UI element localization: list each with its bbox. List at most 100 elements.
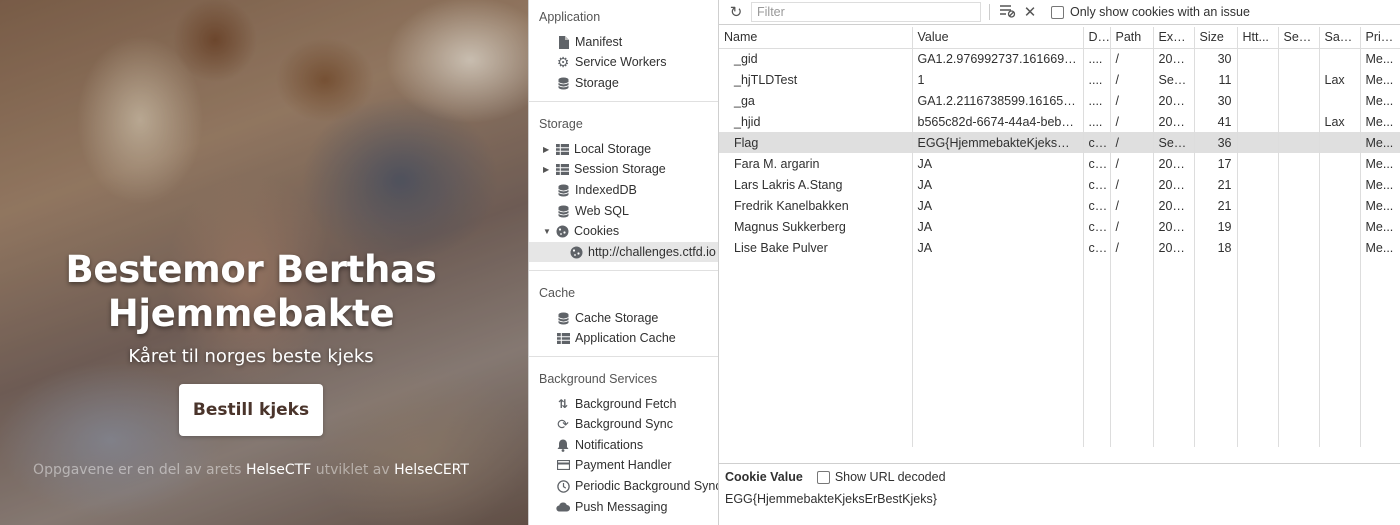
sidebar-item-payment-handler[interactable]: Payment Handler bbox=[556, 455, 672, 475]
cell-expires: Ses... bbox=[1153, 132, 1195, 153]
collapse-arrow-icon[interactable]: ▼ bbox=[543, 227, 553, 236]
sidebar-item-cookie-domain[interactable]: http://challenges.ctfd.io bbox=[529, 242, 718, 262]
cell-path: / bbox=[1110, 132, 1154, 153]
cell-httponly bbox=[1237, 195, 1279, 216]
expand-arrow-icon[interactable]: ▶ bbox=[543, 165, 553, 174]
empty-cell bbox=[1278, 300, 1320, 321]
clear-filtered-icon[interactable] bbox=[997, 4, 1019, 21]
cell-expires: 202... bbox=[1153, 48, 1195, 69]
expand-arrow-icon[interactable]: ▶ bbox=[543, 145, 553, 154]
cell-size: 30 bbox=[1194, 90, 1238, 111]
cell-expires: 202... bbox=[1153, 90, 1195, 111]
table-row[interactable]: Flag EGG{HjemmebakteKjeksErB... c... / Ses..… bbox=[719, 132, 1400, 153]
cell-samesite: Lax bbox=[1319, 69, 1361, 90]
refresh-icon[interactable]: ↻ bbox=[723, 3, 749, 21]
table-row[interactable]: _ga GA1.2.2116738599.1616579......./202..… bbox=[719, 90, 1400, 111]
cloud-icon bbox=[556, 500, 570, 514]
column-header-path[interactable]: Path bbox=[1110, 27, 1154, 49]
cell-samesite bbox=[1319, 48, 1361, 69]
bell-icon bbox=[556, 438, 570, 452]
sidebar-item-local-storage[interactable]: ▶ Local Storage bbox=[543, 139, 651, 159]
table-row[interactable]: Fredrik Kanelbakken JA c.../202... 21 Me... bbox=[719, 195, 1400, 216]
sidebar-item-indexeddb[interactable]: IndexedDB bbox=[556, 180, 637, 200]
table-row[interactable]: Lise Bake Pulver JA c.../202... 18 Me... bbox=[719, 237, 1400, 258]
footer-org-link[interactable]: HelseCERT bbox=[394, 462, 469, 478]
column-header-samesite[interactable]: Sam... bbox=[1319, 27, 1361, 49]
cell-priority: Me... bbox=[1360, 195, 1400, 216]
clear-all-icon[interactable]: ✕ bbox=[1019, 3, 1041, 21]
cell-httponly bbox=[1237, 90, 1279, 111]
cell-path: / bbox=[1110, 174, 1154, 195]
cookie-value-pane: Cookie Value Show URL decoded EGG{Hjemme… bbox=[719, 463, 1400, 525]
cell-value: b565c82d-6674-44a4-beb1... bbox=[912, 111, 1084, 132]
column-header-name[interactable]: Name bbox=[719, 27, 913, 49]
column-header-secure[interactable]: Sec... bbox=[1278, 27, 1320, 49]
grid-icon bbox=[555, 142, 569, 156]
cell-expires: 202... bbox=[1153, 237, 1195, 258]
cell-expires: 202... bbox=[1153, 153, 1195, 174]
section-divider bbox=[529, 270, 718, 271]
table-row[interactable]: _gid GA1.2.976992737.16166906......./202.… bbox=[719, 48, 1400, 69]
sidebar-item-cookies[interactable]: ▼ Cookies bbox=[543, 221, 619, 241]
sidebar-item-periodic-background-sync[interactable]: Periodic Background Sync bbox=[556, 476, 718, 496]
sidebar-item-manifest[interactable]: Manifest bbox=[556, 32, 622, 52]
column-header-expires[interactable]: Expi... bbox=[1153, 27, 1195, 49]
sidebar-item-cache-storage[interactable]: Cache Storage bbox=[556, 308, 658, 328]
column-header-httponly[interactable]: Htt... bbox=[1237, 27, 1279, 49]
empty-cell bbox=[1083, 342, 1111, 363]
cookie-value-text[interactable]: EGG{HjemmebakteKjeksErBestKjeks} bbox=[725, 492, 937, 506]
empty-cell bbox=[1194, 363, 1238, 384]
cell-samesite bbox=[1319, 216, 1361, 237]
cell-priority: Me... bbox=[1360, 69, 1400, 90]
cell-size: 19 bbox=[1194, 216, 1238, 237]
filter-input[interactable]: Filter bbox=[751, 2, 981, 22]
sidebar-item-push-messaging[interactable]: Push Messaging bbox=[556, 497, 667, 517]
cookie-icon bbox=[569, 245, 583, 259]
sidebar-item-label: Storage bbox=[575, 76, 619, 90]
devtools-sidebar: Application Manifest ⚙ Service Workers S… bbox=[528, 0, 719, 525]
section-title-cache: Cache bbox=[539, 286, 576, 300]
table-row[interactable]: Lars Lakris A.Stang JA c.../202... 21 Me... bbox=[719, 174, 1400, 195]
table-row[interactable]: Magnus Sukkerberg JA c.../202... 19 Me... bbox=[719, 216, 1400, 237]
empty-cell bbox=[719, 384, 913, 405]
show-url-decoded-checkbox[interactable] bbox=[816, 470, 830, 484]
empty-cell bbox=[1278, 363, 1320, 384]
sidebar-item-background-fetch[interactable]: ⇅ Background Fetch bbox=[556, 394, 676, 414]
footer-event-link[interactable]: HelseCTF bbox=[246, 462, 311, 478]
column-header-size[interactable]: Size bbox=[1194, 27, 1238, 49]
cell-size: 36 bbox=[1194, 132, 1238, 153]
column-header-priority[interactable]: Prio... bbox=[1360, 27, 1400, 49]
cell-path: / bbox=[1110, 237, 1154, 258]
only-issue-checkbox[interactable] bbox=[1051, 5, 1064, 19]
empty-cell bbox=[719, 258, 913, 279]
table-row[interactable]: _hjid b565c82d-6674-44a4-beb1......./202.… bbox=[719, 111, 1400, 132]
empty-cell bbox=[1083, 405, 1111, 426]
column-header-value[interactable]: Value bbox=[912, 27, 1084, 49]
cell-size: 41 bbox=[1194, 111, 1238, 132]
column-header-domain[interactable]: D... bbox=[1083, 27, 1111, 49]
section-divider bbox=[529, 101, 718, 102]
empty-cell bbox=[912, 426, 1084, 447]
cell-path: / bbox=[1110, 153, 1154, 174]
sidebar-item-service-workers[interactable]: ⚙ Service Workers bbox=[556, 52, 667, 72]
sidebar-item-notifications[interactable]: Notifications bbox=[556, 435, 643, 455]
cell-path: / bbox=[1110, 216, 1154, 237]
cookie-icon bbox=[555, 224, 569, 238]
empty-cell bbox=[1083, 300, 1111, 321]
empty-cell bbox=[1153, 342, 1195, 363]
sidebar-item-session-storage[interactable]: ▶ Session Storage bbox=[543, 159, 666, 179]
sidebar-item-background-sync[interactable]: ⟳ Background Sync bbox=[556, 414, 673, 434]
hero-title: Bestemor Berthas Hjemmebakte bbox=[65, 248, 437, 335]
database-icon bbox=[556, 204, 570, 218]
sidebar-item-application-cache[interactable]: Application Cache bbox=[556, 328, 676, 348]
sidebar-item-label: Manifest bbox=[575, 35, 623, 49]
cell-domain: c... bbox=[1083, 132, 1111, 153]
order-cookies-button[interactable]: Bestill kjeks bbox=[179, 384, 323, 436]
sidebar-item-storage[interactable]: Storage bbox=[556, 73, 619, 93]
table-row[interactable]: Fara M. argarin JA c.../202... 17 Me... bbox=[719, 153, 1400, 174]
table-row[interactable]: _hjTLDTest 1.... / Ses... 11 Lax Me... bbox=[719, 69, 1400, 90]
sidebar-item-web-sql[interactable]: Web SQL bbox=[556, 201, 629, 221]
empty-cell bbox=[912, 300, 1084, 321]
cell-size: 11 bbox=[1194, 69, 1238, 90]
cell-name: Lars Lakris A.Stang bbox=[719, 174, 913, 195]
